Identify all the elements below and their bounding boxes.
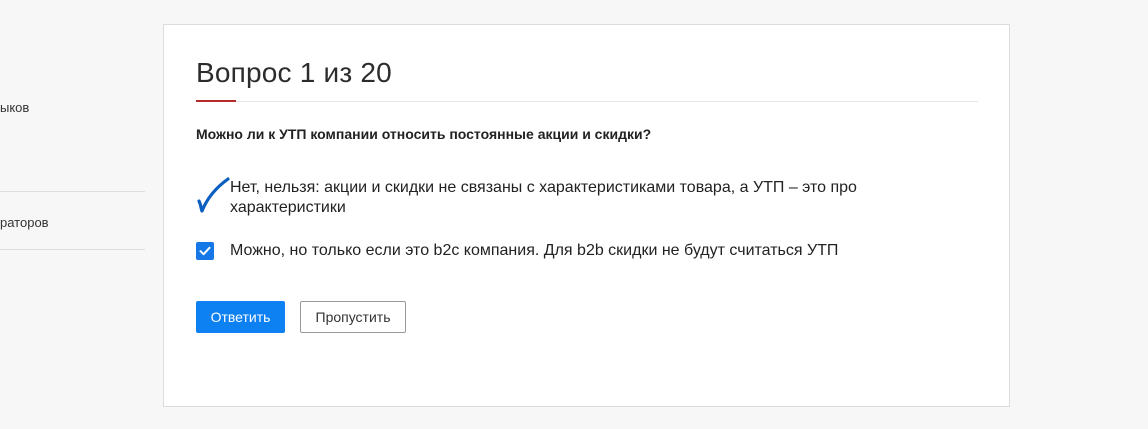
page-title: Вопрос 1 из 20 (196, 57, 392, 88)
skip-question-button[interactable]: Пропустить (300, 301, 406, 333)
submit-answer-button[interactable]: Ответить (196, 301, 285, 333)
sidebar-divider (0, 191, 145, 192)
answer-option-2[interactable]: Можно, но только если это b2c компания. … (196, 241, 956, 261)
title-divider (196, 101, 978, 102)
answer-option-1-label: Нет, нельзя: акции и скидки не связаны с… (230, 179, 857, 216)
option-checkbox[interactable] (196, 242, 214, 260)
handwritten-check-icon[interactable] (196, 175, 230, 215)
answer-option-2-label: Можно, но только если это b2c компания. … (230, 242, 839, 259)
quiz-card: Вопрос 1 из 20 Можно ли к УТП компании о… (163, 24, 1010, 407)
sidebar: ыков раторов (0, 0, 145, 429)
answer-option-1[interactable]: Нет, нельзя: акции и скидки не связаны с… (196, 177, 956, 218)
check-icon (199, 246, 211, 256)
title-accent-underline (196, 100, 236, 102)
sidebar-item-1[interactable]: ыков (0, 100, 145, 115)
sidebar-item-2[interactable]: раторов (0, 215, 145, 230)
question-text: Можно ли к УТП компании относить постоян… (196, 126, 652, 142)
sidebar-divider (0, 249, 145, 250)
